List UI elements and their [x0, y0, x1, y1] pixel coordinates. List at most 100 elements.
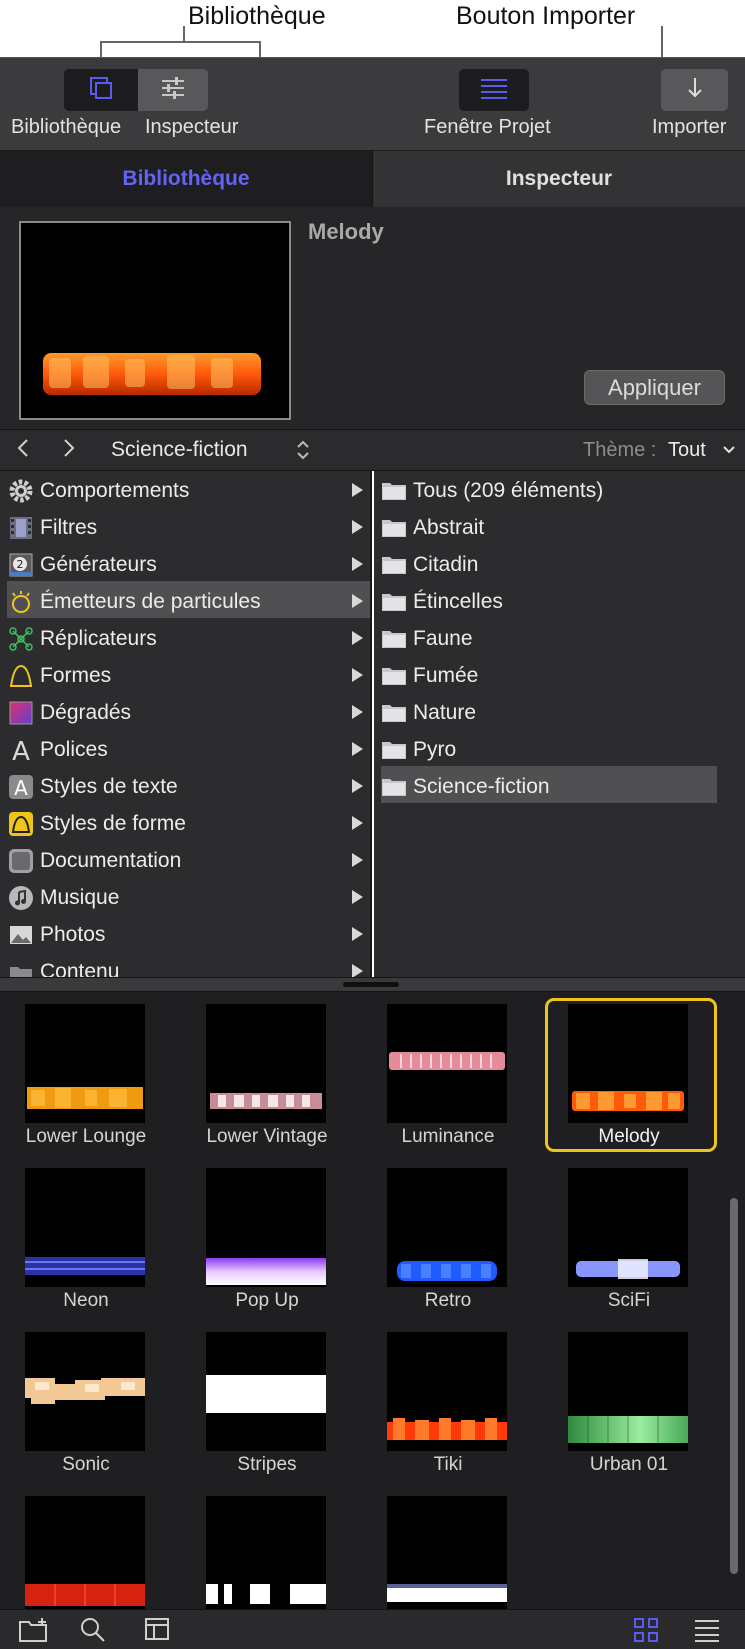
folder-row[interactable]: Pyro	[381, 731, 717, 768]
folder-row[interactable]: Citadin	[381, 546, 717, 583]
item-grid: Lower Lounge Lower Vintage Luminance Mel…	[0, 992, 745, 1609]
category-label: Réplicateurs	[40, 626, 157, 650]
item-thumbnail	[25, 1168, 145, 1287]
forward-button[interactable]	[62, 436, 76, 465]
browser-nav-bar: Science-fiction Thème : Tout	[0, 430, 745, 471]
folder-label: Citadin	[413, 552, 479, 576]
theme-popup[interactable]: Tout	[668, 439, 706, 462]
import-button[interactable]	[661, 69, 728, 111]
grid-item[interactable]	[362, 1484, 534, 1609]
disclosure-arrow-icon	[352, 631, 363, 645]
disclosure-arrow-icon	[352, 816, 363, 830]
folder-icon	[381, 592, 407, 612]
svg-text:2: 2	[17, 558, 24, 571]
category-row[interactable]: A Styles de texte	[7, 768, 370, 805]
item-thumbnail	[387, 1004, 507, 1123]
grid-item[interactable]: Luminance	[362, 992, 534, 1152]
disclosure-arrow-icon	[352, 705, 363, 719]
category-label: Générateurs	[40, 552, 157, 576]
grid-item[interactable]: Lower Lounge	[0, 992, 172, 1152]
shape-style-icon	[7, 810, 35, 838]
category-row[interactable]: Musique	[7, 879, 370, 916]
disclosure-arrow-icon	[352, 779, 363, 793]
preview-area: Melody Appliquer	[0, 207, 745, 430]
location-stepper[interactable]	[296, 438, 310, 467]
category-label: Documentation	[40, 848, 182, 872]
category-row[interactable]: Comportements	[7, 472, 370, 509]
location-popup[interactable]: Science-fiction	[111, 438, 248, 462]
folder-row-selected[interactable]: Science-fiction	[381, 768, 717, 805]
grid-item[interactable]: Lower Vintage	[181, 992, 353, 1152]
category-row[interactable]: Réplicateurs	[7, 620, 370, 657]
apply-button[interactable]: Appliquer	[584, 370, 725, 405]
category-row[interactable]: Styles de forme	[7, 805, 370, 842]
category-row[interactable]: Contenu	[7, 953, 370, 977]
grid-item[interactable]: SciFi	[543, 1156, 715, 1316]
folder-label: Faune	[413, 626, 473, 650]
icon-view-button[interactable]	[633, 1617, 659, 1648]
up-down-chevron-icon	[297, 440, 309, 460]
item-label: Luminance	[401, 1126, 495, 1147]
chevron-down-icon	[723, 446, 735, 454]
item-thumbnail	[206, 1496, 326, 1609]
grid-item[interactable]: Urban 01	[543, 1320, 715, 1480]
category-row[interactable]: Filtres	[7, 509, 370, 546]
grid-item[interactable]: Sonic	[0, 1320, 172, 1480]
new-folder-button[interactable]	[18, 1617, 50, 1648]
back-button[interactable]	[16, 436, 30, 466]
project-toolbar-label: Fenêtre Projet	[424, 116, 551, 138]
tab-library[interactable]: Bibliothèque	[0, 151, 372, 207]
inspector-toggle-button[interactable]	[138, 69, 208, 111]
grid-scrollbar[interactable]	[730, 1198, 738, 1574]
list-view-button[interactable]	[694, 1618, 720, 1647]
grid-item[interactable]: Neon	[0, 1156, 172, 1316]
library-toggle-button[interactable]	[64, 69, 138, 111]
category-row[interactable]: 2 Générateurs	[7, 546, 370, 583]
category-row[interactable]: Photos	[7, 916, 370, 953]
category-label: Émetteurs de particules	[40, 589, 261, 613]
category-row[interactable]: A Polices	[7, 731, 370, 768]
divider-handle[interactable]	[343, 982, 399, 987]
library-icon	[88, 75, 114, 106]
folder-row[interactable]: Fumée	[381, 657, 717, 694]
project-window-button[interactable]	[459, 69, 529, 111]
library-toolbar-label: Bibliothèque	[11, 116, 122, 138]
grid-item[interactable]	[181, 1484, 353, 1609]
folder-row[interactable]: Tous (209 éléments)	[381, 472, 717, 509]
folder-row[interactable]: Abstrait	[381, 509, 717, 546]
shape-icon	[7, 662, 35, 690]
callout-line	[100, 41, 261, 43]
category-row[interactable]: Formes	[7, 657, 370, 694]
preview-toggle-button[interactable]	[144, 1617, 170, 1646]
chevron-left-icon	[17, 439, 28, 457]
grid-item[interactable]: Tiki	[362, 1320, 534, 1480]
grid-item[interactable]: Pop Up	[181, 1156, 353, 1316]
category-list: Comportements Filtres 2 Générateurs Émet…	[0, 471, 372, 977]
folder-icon	[381, 777, 407, 797]
folder-row[interactable]: Faune	[381, 620, 717, 657]
preview-title: Melody	[308, 219, 384, 244]
replicator-icon	[7, 625, 35, 653]
item-thumbnail	[206, 1168, 326, 1287]
category-label: Dégradés	[40, 700, 132, 724]
folder-row[interactable]: Nature	[381, 694, 717, 731]
search-button[interactable]	[80, 1617, 106, 1648]
item-label: Retro	[424, 1290, 472, 1311]
arrow-down-icon	[685, 76, 705, 105]
bottom-bar	[0, 1609, 745, 1649]
category-row[interactable]: Documentation	[7, 842, 370, 879]
grid-item[interactable]: Retro	[362, 1156, 534, 1316]
grid-item[interactable]: Stripes	[181, 1320, 353, 1480]
particle-emitter-icon	[7, 588, 35, 616]
category-row-selected[interactable]: Émetteurs de particules	[7, 583, 370, 620]
gear-icon	[7, 477, 35, 505]
folder-icon	[381, 740, 407, 760]
theme-chevron[interactable]	[722, 443, 736, 461]
chevron-right-icon	[64, 439, 75, 457]
split-divider[interactable]	[0, 977, 745, 992]
tab-inspector[interactable]: Inspecteur	[372, 151, 745, 207]
preview-panel-icon	[145, 1618, 169, 1640]
folder-row[interactable]: Étincelles	[381, 583, 717, 620]
grid-item[interactable]	[0, 1484, 172, 1609]
category-row[interactable]: Dégradés	[7, 694, 370, 731]
